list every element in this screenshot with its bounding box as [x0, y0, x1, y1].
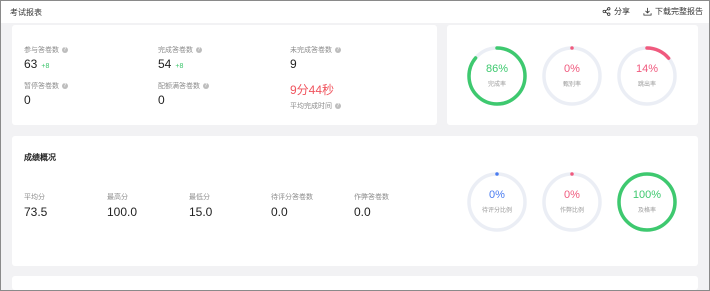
- score-ring-pass: 100% 及格率: [616, 171, 678, 233]
- score-value-min: 15.0: [189, 205, 213, 219]
- rate-value: 14%: [635, 63, 659, 75]
- quota-full-label: 配额满答卷数 ?: [158, 81, 209, 91]
- rate-label: 待评分比例: [481, 208, 512, 214]
- share-button[interactable]: 分享: [602, 6, 630, 17]
- score-label-cheat: 作弊答卷数: [354, 194, 389, 201]
- rate-label: 甄别率: [562, 82, 581, 88]
- rate-value: 0%: [489, 189, 505, 201]
- info-icon[interactable]: ?: [196, 47, 202, 53]
- participants-number: 63: [24, 57, 38, 71]
- avg-time-label: 平均完成时间 ?: [290, 101, 341, 111]
- quota-full-label-text: 配额满答卷数: [158, 83, 200, 90]
- ring-progress-arc: [617, 172, 677, 232]
- rate-label: 及格率: [637, 208, 656, 214]
- page-title: 考试报表: [10, 8, 42, 17]
- ring-track: [467, 172, 527, 232]
- score-label-avg: 平均分: [24, 194, 45, 201]
- completed-value: 54 +8: [158, 57, 183, 71]
- score-label-max: 最高分: [107, 194, 128, 201]
- ring-chart-pending: [467, 172, 527, 232]
- score-value-avg: 73.5: [24, 205, 48, 219]
- answer-stats-card: 参与答卷数 ? 63 +8 完成答卷数 ? 54 +8 未完成答卷数 ? 9 暂停答…: [12, 25, 437, 125]
- download-label: 下载完整报告: [655, 7, 703, 16]
- ring-chart-bounce: [617, 46, 677, 106]
- rate-ring-bounce: 14% 跳出率: [616, 45, 678, 107]
- interrupted-label: 暂停答卷数 ?: [24, 81, 68, 91]
- unfinished-label-text: 未完成答卷数: [290, 47, 332, 54]
- rate-value: 0%: [564, 63, 580, 75]
- info-icon[interactable]: ?: [335, 47, 341, 53]
- quota-full-value: 0: [158, 93, 165, 107]
- ring-chart-pass: [617, 172, 677, 232]
- rate-label: 完成率: [487, 82, 506, 88]
- score-ring-pending: 0% 待评分比例: [466, 171, 528, 233]
- score-ring-cheat: 0% 作弊比例: [541, 171, 603, 233]
- participants-delta: +8: [41, 63, 50, 70]
- avg-time-label-text: 平均完成时间: [290, 103, 332, 110]
- completed-label-text: 完成答卷数: [158, 47, 193, 54]
- info-icon[interactable]: ?: [203, 83, 209, 89]
- rate-ring-complete: 86% 完成率: [466, 45, 528, 107]
- score-value-cheat: 0.0: [354, 205, 371, 219]
- ring-chart-complete: [467, 46, 527, 106]
- completed-number: 54: [158, 57, 172, 71]
- interrupted-value: 0: [24, 93, 31, 107]
- unfinished-label: 未完成答卷数 ?: [290, 45, 341, 55]
- completed-label: 完成答卷数 ?: [158, 45, 202, 55]
- score-label-min: 最低分: [189, 194, 210, 201]
- participants-label: 参与答卷数 ?: [24, 45, 68, 55]
- score-overview-card: 成绩概况 平均分 73.5 最高分 100.0 最低分 15.0 待评分答卷数 …: [12, 136, 698, 266]
- interrupted-label-text: 暂停答卷数: [24, 83, 59, 90]
- ring-chart-screen: [542, 46, 602, 106]
- info-icon[interactable]: ?: [335, 103, 341, 109]
- share-label: 分享: [614, 7, 630, 16]
- score-section-title: 成绩概况: [24, 153, 56, 162]
- score-value-pending: 0.0: [271, 205, 288, 219]
- ring-track: [542, 46, 602, 106]
- participants-value: 63 +8: [24, 57, 49, 71]
- score-value-max: 100.0: [107, 205, 138, 219]
- rate-value: 0%: [564, 189, 580, 201]
- participants-label-text: 参与答卷数: [24, 47, 59, 54]
- ring-chart-cheat: [542, 172, 602, 232]
- rate-value: 86%: [485, 63, 509, 75]
- unfinished-value: 9: [290, 57, 297, 71]
- rate-label: 作弊比例: [559, 208, 584, 214]
- rate-value: 100%: [632, 189, 662, 201]
- next-section-card: [12, 276, 698, 290]
- rate-ring-screen: 0% 甄别率: [541, 45, 603, 107]
- share-icon: [602, 7, 611, 16]
- download-report-button[interactable]: 下载完整报告: [643, 6, 703, 17]
- top-bar: 考试报表 分享 下载完整报告: [1, 1, 709, 23]
- avg-time-value: 9分44秒: [290, 83, 335, 97]
- score-label-pending: 待评分答卷数: [271, 194, 313, 201]
- completed-delta: +8: [175, 63, 184, 70]
- download-icon: [643, 7, 652, 16]
- ring-track: [542, 172, 602, 232]
- rates-card: 86% 完成率 0% 甄别率 14% 跳出率: [447, 25, 698, 125]
- info-icon[interactable]: ?: [62, 83, 68, 89]
- rate-label: 跳出率: [637, 82, 656, 88]
- info-icon[interactable]: ?: [62, 47, 68, 53]
